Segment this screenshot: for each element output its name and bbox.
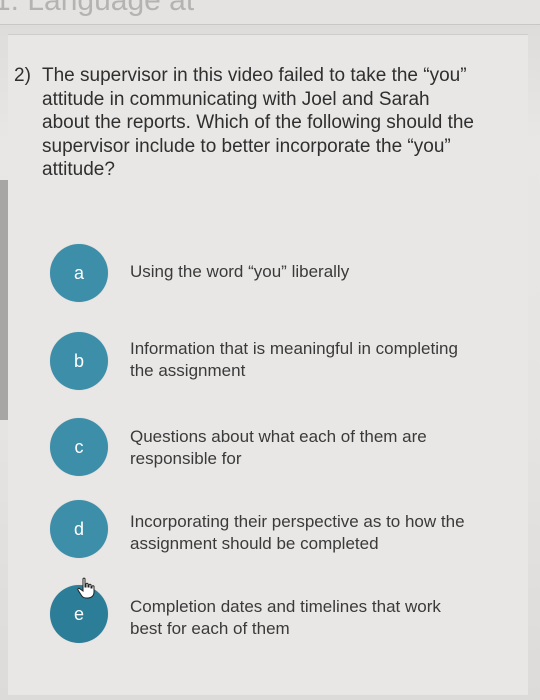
option-e-text[interactable]: Completion dates and timelines that work… (130, 596, 470, 640)
option-d[interactable]: d Incorporating their perspective as to … (50, 500, 510, 560)
previous-question-heading: 1. Language at (0, 0, 195, 17)
screen: 1. Language at 2) The supervisor in this… (0, 0, 540, 700)
option-a-bubble[interactable]: a (50, 244, 108, 302)
option-d-bubble[interactable]: d (50, 500, 108, 558)
question-block: 2) The supervisor in this video failed t… (14, 64, 484, 180)
question-text: The supervisor in this video failed to t… (42, 65, 474, 180)
option-a-text[interactable]: Using the word “you” liberally (130, 261, 470, 283)
option-c-text[interactable]: Questions about what each of them are re… (130, 426, 470, 470)
option-d-text[interactable]: Incorporating their perspective as to ho… (130, 511, 470, 555)
option-a[interactable]: a Using the word “you” liberally (50, 244, 510, 304)
option-b-text[interactable]: Information that is meaningful in comple… (130, 338, 470, 382)
option-c-bubble[interactable]: c (50, 418, 108, 476)
option-c[interactable]: c Questions about what each of them are … (50, 418, 510, 478)
option-b[interactable]: b Information that is meaningful in comp… (50, 332, 510, 392)
option-e[interactable]: e Completion dates and timelines that wo… (50, 577, 510, 645)
hand-pointer-icon (77, 577, 95, 599)
left-edge-shadow (0, 180, 8, 420)
previous-question-header: 1. Language at (0, 0, 540, 25)
option-b-bubble[interactable]: b (50, 332, 108, 390)
question-number: 2) (14, 65, 31, 86)
